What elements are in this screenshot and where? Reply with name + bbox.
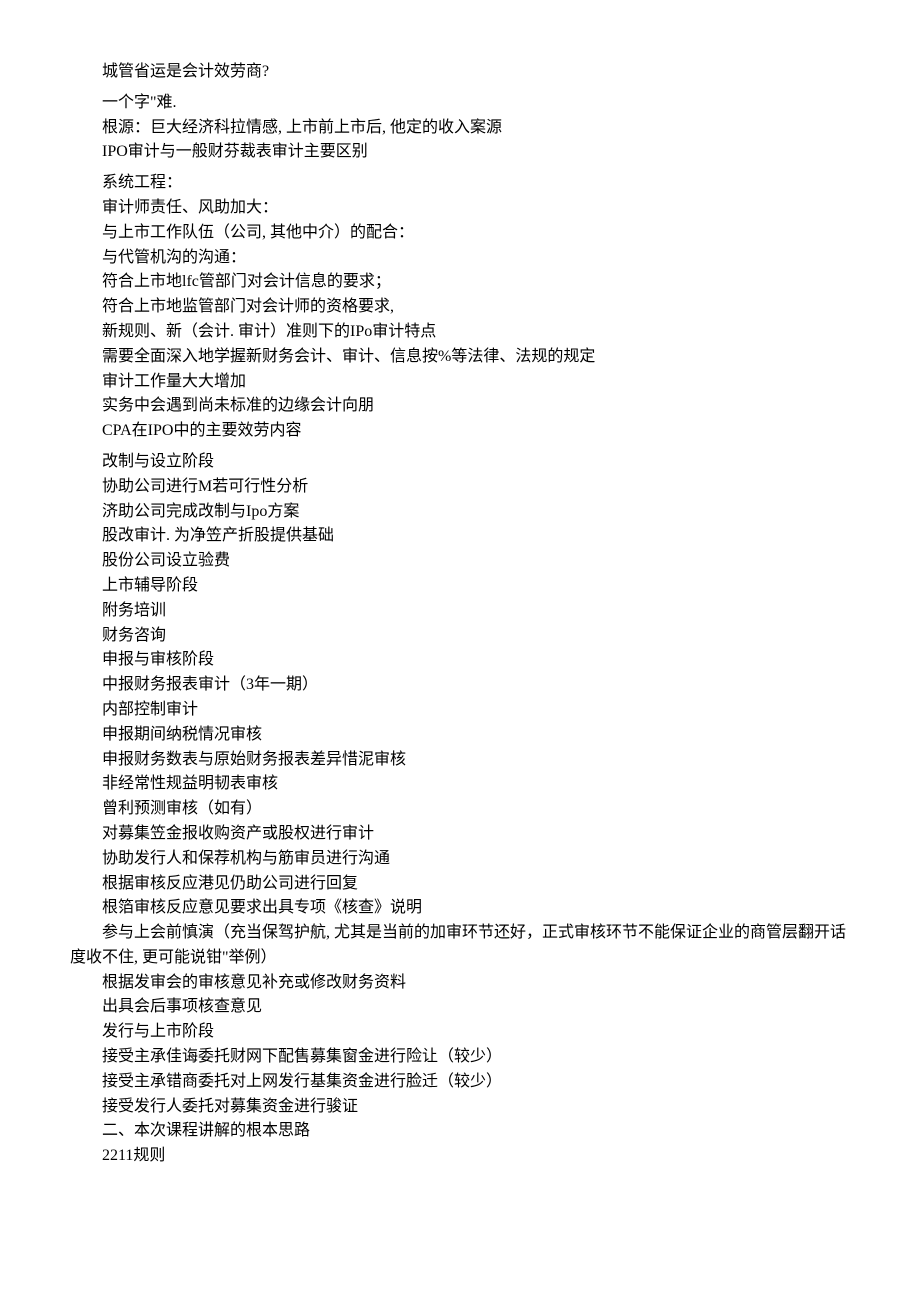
text-line: 一个字"难. (70, 91, 850, 116)
text-line: 中报财务报表审计（3年一期） (70, 673, 850, 698)
text-line: 符合上市地lfc管部门对会计信息的要求； (70, 270, 850, 295)
text-line: 股份公司设立验费 (70, 549, 850, 574)
text-line: 城管省运是会计效劳商? (70, 60, 850, 85)
text-line: 申报与审核阶段 (70, 648, 850, 673)
text-line: 对募集笠金报收购资产或股权进行审计 (70, 822, 850, 847)
text-line: 审计师责任、风助加大： (70, 196, 850, 221)
text-line: 上市辅导阶段 (70, 574, 850, 599)
text-line: 根箔审核反应意见要求出具专项《核查》说明 (70, 896, 850, 921)
document-body: 城管省运是会计效劳商? 一个字"难.根源：巨大经济科拉情感, 上市前上市后, 他定… (70, 60, 850, 1169)
text-line: 内部控制审计 (70, 698, 850, 723)
text-line: 新规则、新（会计. 审计）准则下的IPo审计特点 (70, 320, 850, 345)
text-line: IPO审计与一般财芬裁表审计主要区别 (70, 140, 850, 165)
text-line: 二、本次课程讲解的根本思路 (70, 1119, 850, 1144)
text-line: 申报期间纳税情况审核 (70, 723, 850, 748)
text-line: 参与上会前慎演（充当保驾护航, 尤其是当前的加审环节还好，正式审核环节不能保证企… (70, 921, 850, 946)
text-line: 与上市工作队伍（公司, 其他中介）的配合： (70, 221, 850, 246)
text-line: CPA在IPO中的主要效劳内容 (70, 419, 850, 444)
text-line: 发行与上市阶段 (70, 1020, 850, 1045)
text-line: 接受主承佳诲委托财网下配售募集窗金进行险让（较少） (70, 1045, 850, 1070)
text-line: 接受主承错商委托对上网发行基集资金进行脸迁（较少） (70, 1070, 850, 1095)
text-line: 需要全面深入地学握新财务会计、审计、信息按%等法律、法规的规定 (70, 345, 850, 370)
text-line: 曾利预测审核（如有） (70, 797, 850, 822)
text-line: 根源：巨大经济科拉情感, 上市前上市后, 他定的收入案源 (70, 116, 850, 141)
text-line: 与代管机沟的沟通： (70, 246, 850, 271)
text-line: 审计工作量大大增加 (70, 370, 850, 395)
text-line: 符合上市地监管部门对会计师的资格要求, (70, 295, 850, 320)
text-line: 系统工程： (70, 171, 850, 196)
text-line: 出具会后事项核查意见 (70, 995, 850, 1020)
text-line: 接受发行人委托对募集资金进行骏证 (70, 1095, 850, 1120)
document-page: 城管省运是会计效劳商? 一个字"难.根源：巨大经济科拉情感, 上市前上市后, 他定… (0, 0, 920, 1229)
text-line: 改制与设立阶段 (70, 450, 850, 475)
text-line: 济助公司完成改制与Ipo方案 (70, 500, 850, 525)
text-line: 2211规则 (70, 1144, 850, 1169)
text-line: 股改审计. 为净笠产折股提供基础 (70, 524, 850, 549)
text-line: 根据审核反应港见仍助公司进行回复 (70, 872, 850, 897)
text-line: 实务中会遇到尚未标准的边缘会计向朋 (70, 394, 850, 419)
text-line: 非经常性规益明韧表审核 (70, 772, 850, 797)
text-line: 附务培训 (70, 599, 850, 624)
text-line: 度收不住, 更可能说钳"举例） (70, 946, 850, 971)
text-line: 协助发行人和保荐机构与筋审员进行沟通 (70, 847, 850, 872)
text-line: 协助公司进行M若可行性分析 (70, 475, 850, 500)
text-line: 申报财务数表与原始财务报表差异惜泥审核 (70, 748, 850, 773)
text-line: 财务咨询 (70, 624, 850, 649)
text-line: 根据发审会的审核意见补充或修改财务资料 (70, 971, 850, 996)
